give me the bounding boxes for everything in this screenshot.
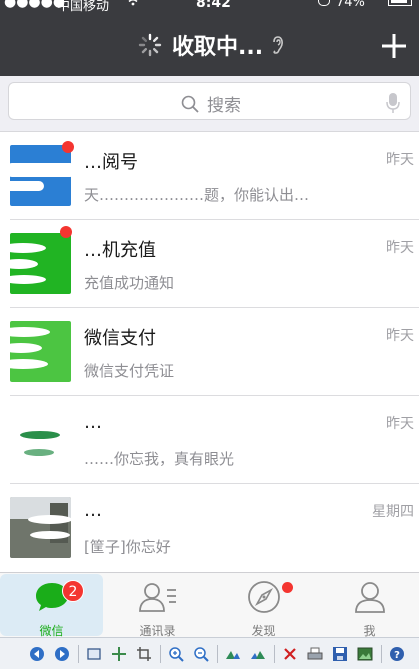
chat-list: …阅号 天…………………题，你能认出… 昨天 …机充值 充值成功通知 昨天 微信… xyxy=(0,132,419,572)
rotate-right-icon[interactable] xyxy=(249,645,267,663)
search-placeholder: 搜索 xyxy=(207,96,241,116)
chat-name: … xyxy=(84,500,102,521)
chat-time: 昨天 xyxy=(386,416,414,432)
prev-icon[interactable] xyxy=(28,645,46,663)
carrier-name: 中国移动 xyxy=(57,0,110,14)
avatar xyxy=(10,233,71,294)
move-icon[interactable] xyxy=(110,645,128,663)
spinner-icon xyxy=(138,33,162,57)
lock-rotation-icon xyxy=(318,0,330,6)
help-icon[interactable]: ? xyxy=(388,645,406,663)
chat-message: ……你忘我，真有眼光 xyxy=(84,450,235,468)
unread-count-badge: 2 xyxy=(62,580,84,602)
battery-percent: 74% xyxy=(336,0,365,10)
nav-title-text: 收取中... xyxy=(172,35,264,60)
chat-time: 昨天 xyxy=(386,152,414,168)
chat-name: 微信支付 xyxy=(84,328,156,349)
print-icon[interactable] xyxy=(306,645,324,663)
signal-strength: ●●●●● xyxy=(4,0,66,10)
chat-row[interactable]: …机充值 充值成功通知 昨天 xyxy=(0,220,419,308)
viewer-toolbar: ? xyxy=(0,637,419,669)
zoom-in-icon[interactable] xyxy=(167,645,185,663)
zoom-out-icon[interactable] xyxy=(192,645,210,663)
tab-contacts[interactable]: 通讯录 xyxy=(106,574,209,638)
nav-title: 收取中... xyxy=(138,30,285,60)
wifi-icon xyxy=(126,0,140,9)
unread-dot xyxy=(60,226,72,238)
search-area: 搜索 xyxy=(0,76,419,132)
chat-name: …阅号 xyxy=(84,152,138,173)
person-icon xyxy=(354,582,385,613)
avatar xyxy=(10,145,71,206)
status-time: 8:42 xyxy=(196,0,231,11)
chat-time: 昨天 xyxy=(386,328,414,344)
tab-discover[interactable]: 发现 xyxy=(212,574,315,638)
save-icon[interactable] xyxy=(331,645,349,663)
chat-message: 天…………………题，你能认出… xyxy=(84,186,310,204)
battery-icon xyxy=(388,0,412,6)
discover-dot xyxy=(282,582,293,593)
tab-chats[interactable]: 微信 xyxy=(0,574,103,638)
avatar xyxy=(10,321,71,382)
fit-icon[interactable] xyxy=(85,645,103,663)
chat-time: 星期四 xyxy=(372,504,414,520)
chat-row[interactable]: 微信支付 微信支付凭证 昨天 xyxy=(0,308,419,396)
status-bar: ●●●●● 中国移动 8:42 74% xyxy=(0,0,419,14)
chat-message: [筐子]你忘好 xyxy=(84,538,171,556)
next-icon[interactable] xyxy=(53,645,71,663)
tab-bar: 微信 2 通讯录 发现 我 xyxy=(0,572,419,638)
unread-dot xyxy=(62,141,74,153)
chat-message: 微信支付凭证 xyxy=(84,362,175,380)
chat-name: … xyxy=(84,412,102,433)
chat-name: …机充值 xyxy=(84,240,156,261)
avatar xyxy=(10,497,71,558)
compass-icon xyxy=(247,581,280,613)
search-placeholder-group: 搜索 xyxy=(181,91,241,116)
search-input[interactable]: 搜索 xyxy=(8,82,411,120)
ear-mode-icon xyxy=(273,36,284,54)
svg-text:?: ? xyxy=(394,650,400,661)
rotate-left-icon[interactable] xyxy=(224,645,242,663)
mic-icon[interactable] xyxy=(386,92,400,114)
plus-icon[interactable] xyxy=(379,31,409,61)
crop-icon[interactable] xyxy=(135,645,153,663)
delete-icon[interactable] xyxy=(281,645,299,663)
top-bar: ●●●●● 中国移动 8:42 74% 收取中... xyxy=(0,0,419,76)
chat-message: 充值成功通知 xyxy=(84,274,175,292)
search-icon xyxy=(181,95,199,113)
chat-row[interactable]: …阅号 天…………………题，你能认出… 昨天 xyxy=(0,132,419,220)
avatar xyxy=(10,409,71,470)
chat-row[interactable]: … ……你忘我，真有眼光 昨天 xyxy=(0,396,419,484)
chat-row[interactable]: … [筐子]你忘好 星期四 xyxy=(0,484,419,572)
tab-me[interactable]: 我 xyxy=(318,574,419,638)
chat-time: 昨天 xyxy=(386,240,414,256)
wallpaper-icon[interactable] xyxy=(356,645,374,663)
contacts-icon xyxy=(138,583,176,612)
